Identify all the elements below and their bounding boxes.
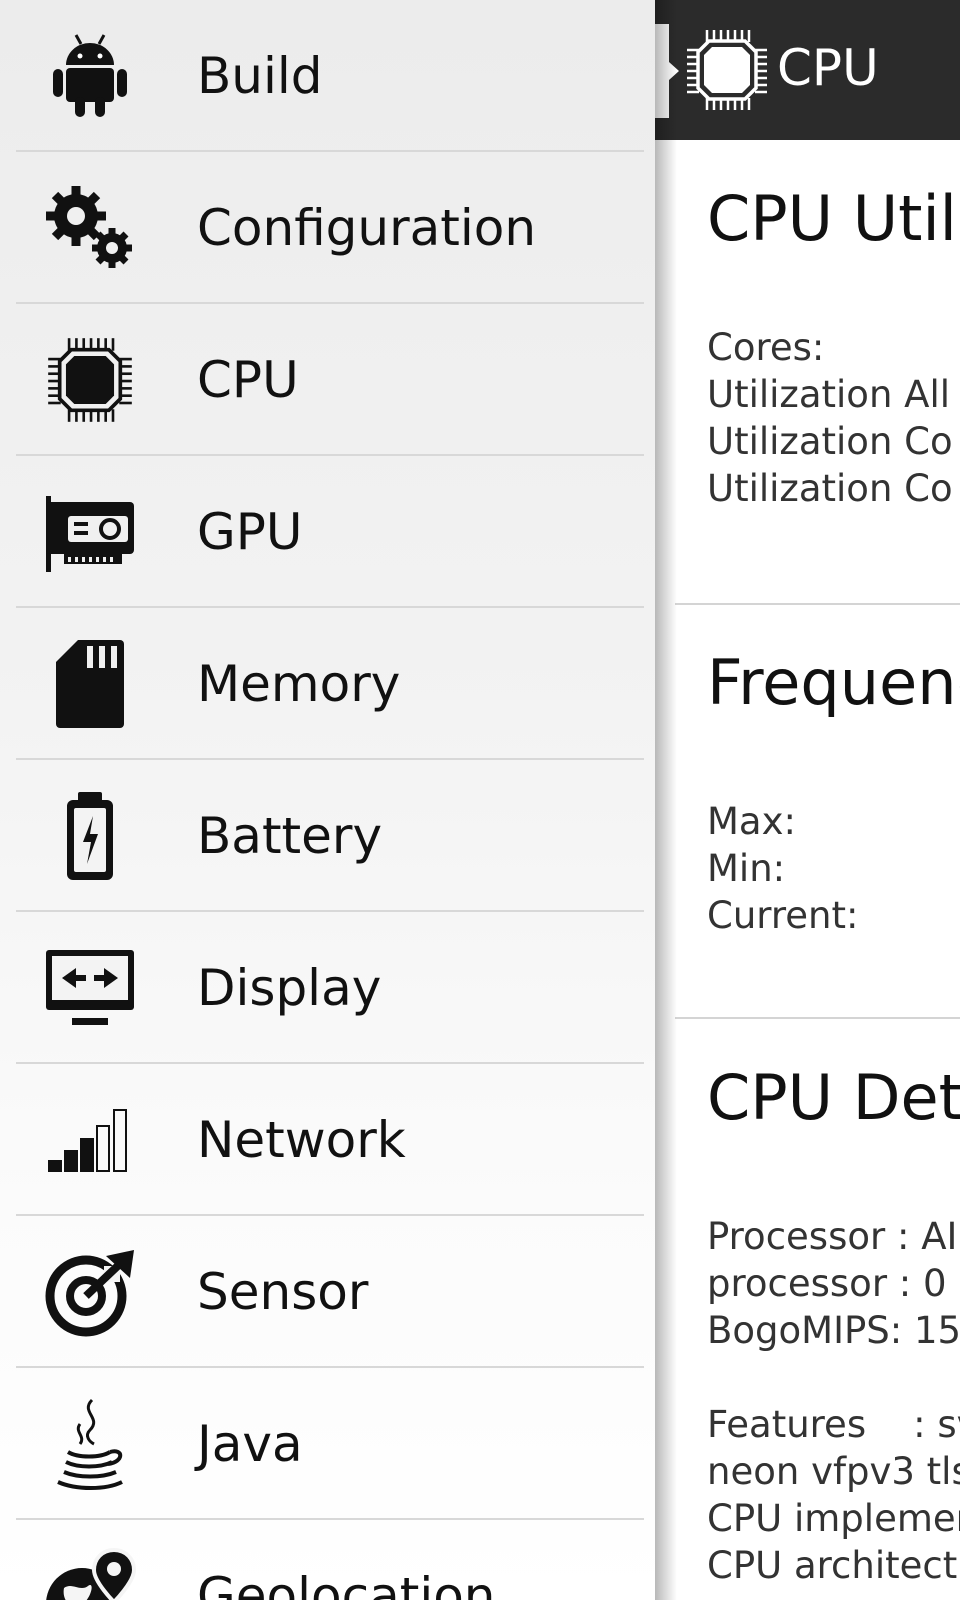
frequency-min-label: Min: <box>707 847 786 890</box>
drawer-item-network[interactable]: Network <box>0 1064 655 1216</box>
details-title: CPU Deta <box>707 1061 960 1134</box>
drawer-item-label: CPU <box>197 351 299 409</box>
frequency-title: Frequenc <box>707 646 960 719</box>
drawer-item-label: Network <box>197 1111 406 1169</box>
cpu-chip-icon <box>683 26 771 114</box>
drawer-item-memory[interactable]: Memory <box>0 608 655 760</box>
utilization-all-label: Utilization All <box>707 373 951 416</box>
details-line: Processor : AI <box>707 1215 958 1258</box>
monitor-icon <box>40 942 140 1034</box>
drawer-item-label: Sensor <box>197 1263 369 1321</box>
drawer-item-label: Java <box>197 1415 303 1473</box>
drawer-item-display[interactable]: Display <box>0 912 655 1064</box>
drawer-item-label: Display <box>197 959 382 1017</box>
graphics-card-icon <box>40 486 140 578</box>
utilization-core-label: Utilization Co <box>707 467 953 510</box>
drawer-item-label: Configuration <box>197 199 537 257</box>
utilization-title: CPU Utili <box>707 182 960 255</box>
section-divider <box>675 603 960 605</box>
section-divider <box>675 1017 960 1019</box>
signal-bars-icon <box>40 1094 140 1186</box>
details-line: CPU implemen <box>707 1497 960 1540</box>
drawer-shadow <box>655 0 677 1600</box>
drawer-item-build[interactable]: Build <box>0 0 655 152</box>
drawer-item-configuration[interactable]: Configuration <box>0 152 655 304</box>
drawer-item-label: Memory <box>197 655 401 713</box>
drawer-item-gpu[interactable]: GPU <box>0 456 655 608</box>
cpu-chip-icon <box>40 334 140 426</box>
details-line: processor : 0 <box>707 1262 947 1305</box>
drawer-item-java[interactable]: Java <box>0 1368 655 1520</box>
frequency-current-label: Current: <box>707 894 859 937</box>
drawer-item-cpu[interactable]: CPU <box>0 304 655 456</box>
details-line: BogoMIPS: 15 <box>707 1309 960 1352</box>
android-icon <box>40 30 140 122</box>
sensor-target-icon <box>40 1246 140 1338</box>
utilization-cores-label: Cores: <box>707 326 825 369</box>
utilization-core-label: Utilization Co <box>707 420 953 463</box>
globe-pin-icon <box>40 1548 140 1600</box>
java-cup-icon <box>40 1398 140 1490</box>
drawer-item-sensor[interactable]: Sensor <box>0 1216 655 1368</box>
drawer-item-label: Battery <box>197 807 383 865</box>
gears-icon <box>40 182 140 274</box>
utilization-section: CPU Utili Cores: Utilization All Utiliza… <box>707 184 960 512</box>
battery-charging-icon <box>40 790 140 882</box>
app-bar-title: CPU <box>777 39 879 97</box>
details-line: CPU architect <box>707 1544 958 1587</box>
frequency-max-label: Max: <box>707 800 796 843</box>
drawer-item-geolocation[interactable]: Geolocation <box>0 1520 655 1600</box>
details-line: Features : sv <box>707 1403 960 1446</box>
drawer-item-battery[interactable]: Battery <box>0 760 655 912</box>
navigation-drawer: Build Configuration CPU GPU Memory Batte… <box>0 0 655 1600</box>
app-bar: CPU <box>655 0 960 140</box>
details-section: CPU Deta Processor : AI processor : 0 Bo… <box>707 1063 960 1589</box>
drawer-item-label: GPU <box>197 503 303 561</box>
frequency-section: Frequenc Max: Min: Current: <box>707 648 960 939</box>
drawer-item-label: Geolocation <box>197 1567 496 1600</box>
drawer-item-label: Build <box>197 47 323 105</box>
details-line: neon vfpv3 tls <box>707 1450 960 1493</box>
sd-card-icon <box>40 638 140 730</box>
